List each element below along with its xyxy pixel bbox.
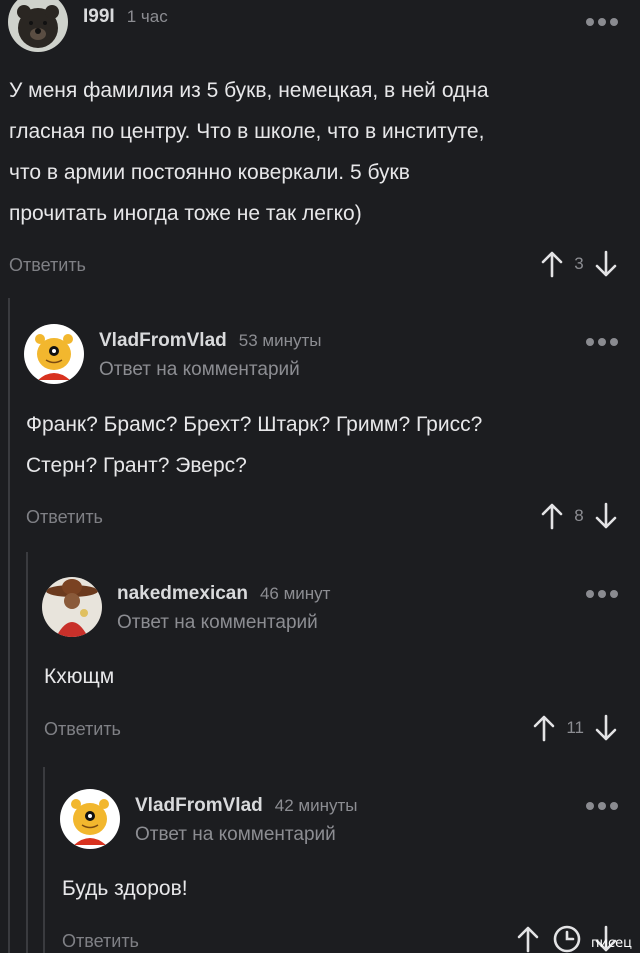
vote-count: 8 xyxy=(574,506,584,525)
comment-time: 53 минуты xyxy=(238,331,322,350)
comment-time: 42 минуты xyxy=(274,796,358,815)
downvote-icon[interactable] xyxy=(594,250,618,278)
comment-author[interactable]: VladFromVlad xyxy=(99,330,227,352)
comment-text: Кхющм xyxy=(44,665,115,688)
thread-line-level-3 xyxy=(43,767,45,953)
downvote-icon[interactable] xyxy=(594,714,618,742)
dot-icon xyxy=(586,802,594,810)
dot-icon xyxy=(598,590,606,598)
vote-count: 11 xyxy=(566,718,584,737)
comment-time: 46 минут xyxy=(259,584,331,603)
vote-count: 3 xyxy=(574,254,584,273)
upvote-icon[interactable] xyxy=(532,714,556,742)
dot-icon xyxy=(610,18,618,26)
more-options-button[interactable] xyxy=(586,590,618,598)
more-options-button[interactable] xyxy=(586,802,618,810)
dot-icon xyxy=(598,802,606,810)
more-options-button[interactable] xyxy=(586,338,618,346)
reply-button[interactable]: Ответить xyxy=(9,255,86,276)
mexican-avatar-icon[interactable] xyxy=(42,577,102,637)
comment-text: У меня фамилия из 5 букв, немецкая, в не… xyxy=(9,79,489,225)
comments-page: I99I 1 час У меня фамилия из 5 букв, нем… xyxy=(0,0,640,953)
more-options-button[interactable] xyxy=(586,18,618,26)
pooh-avatar-icon[interactable] xyxy=(24,324,84,384)
watermark: писец xyxy=(591,936,632,951)
reply-button[interactable]: Ответить xyxy=(26,507,103,528)
thread-line-level-1 xyxy=(8,298,10,953)
comment-author[interactable]: nakedmexican xyxy=(117,583,248,605)
reply-button[interactable]: Ответить xyxy=(44,719,121,740)
comment-time: 1 час xyxy=(126,7,168,26)
reply-to-label[interactable]: Ответ на комментарий xyxy=(117,612,330,634)
clock-icon xyxy=(553,925,581,953)
comment-author[interactable]: I99I xyxy=(83,6,115,28)
comment-text: Будь здоров! xyxy=(62,877,188,900)
reply-to-label[interactable]: Ответ на комментарий xyxy=(99,359,321,381)
pooh-avatar-icon[interactable] xyxy=(60,789,120,849)
dot-icon xyxy=(610,338,618,346)
downvote-icon[interactable] xyxy=(594,502,618,530)
dot-icon xyxy=(610,590,618,598)
comment-text: Франк? Брамс? Брехт? Штарк? Гримм? Грисс… xyxy=(26,413,483,477)
dot-icon xyxy=(586,590,594,598)
thread-line-level-2 xyxy=(26,552,28,953)
dot-icon xyxy=(586,338,594,346)
reply-to-label[interactable]: Ответ на комментарий xyxy=(135,824,357,846)
upvote-icon[interactable] xyxy=(540,250,564,278)
bear-avatar-icon[interactable] xyxy=(8,0,68,52)
upvote-icon[interactable] xyxy=(516,925,540,953)
dot-icon xyxy=(598,18,606,26)
dot-icon xyxy=(586,18,594,26)
reply-button[interactable]: Ответить xyxy=(62,931,139,952)
dot-icon xyxy=(598,338,606,346)
dot-icon xyxy=(610,802,618,810)
comment-author[interactable]: VladFromVlad xyxy=(135,795,263,817)
upvote-icon[interactable] xyxy=(540,502,564,530)
